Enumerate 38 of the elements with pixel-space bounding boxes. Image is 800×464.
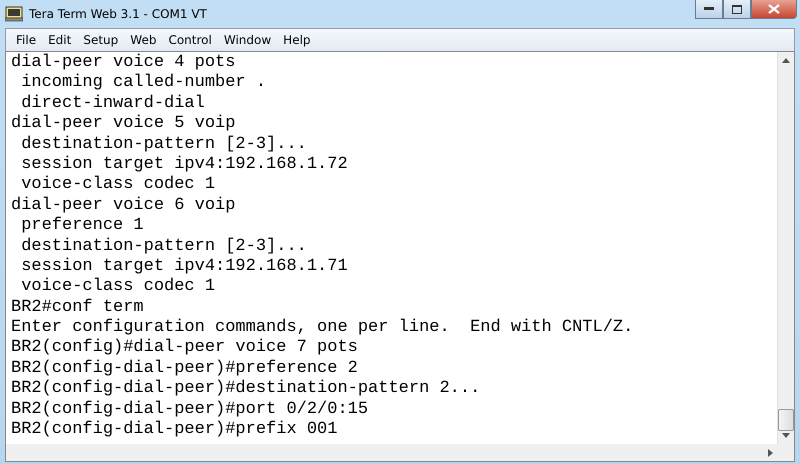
menu-item[interactable]: Web bbox=[124, 33, 162, 47]
terminal-line: Enter configuration commands, one per line. End with CNTL/Z. bbox=[11, 318, 634, 338]
terminal-line: dial-peer voice 4 pots bbox=[11, 53, 236, 74]
terminal-line: preference 1 bbox=[20, 216, 145, 237]
terminal-line: dial-peer voice 5 voip bbox=[11, 114, 236, 135]
menu-item[interactable]: Control bbox=[162, 33, 218, 47]
terminal-line: dial-peer voice 6 voip bbox=[11, 196, 236, 216]
menu-item[interactable]: File bbox=[10, 33, 42, 47]
terminal-line: destination-pattern [2-3]... bbox=[20, 236, 308, 257]
terminal-line: BR2(config-dial-peer)#port 0/2/0:15 bbox=[11, 400, 370, 420]
close-icon bbox=[768, 4, 780, 14]
terminal-line: incoming called-number . bbox=[20, 73, 268, 94]
scroll-up-icon[interactable] bbox=[782, 58, 790, 63]
terminal-line: voice-class codec 1 bbox=[20, 277, 216, 298]
menu-item[interactable]: Edit bbox=[42, 33, 78, 47]
terminal-line: session target ipv4:192.168.1.71 bbox=[20, 256, 349, 278]
close-button[interactable] bbox=[751, 0, 797, 19]
scrollbar-thumb[interactable] bbox=[778, 409, 794, 431]
scroll-down-icon[interactable] bbox=[782, 433, 790, 438]
terminal-line: voice-class codec 1 bbox=[20, 175, 216, 196]
terminal-line: BR2#conf term bbox=[11, 298, 145, 318]
terminal-line: session target ipv4:192.168.1.72 bbox=[20, 154, 349, 176]
menu-item[interactable]: Help bbox=[277, 33, 317, 47]
scroll-right-icon[interactable] bbox=[768, 448, 773, 456]
window-title: Tera Term Web 3.1 - COM1 VT bbox=[29, 7, 207, 21]
terminal-line: BR2(config-dial-peer)#destination-pattern 2... bbox=[11, 379, 482, 400]
terminal-line: BR2(config-dial-peer)#prefix 001 bbox=[11, 420, 338, 440]
minimize-button[interactable] bbox=[695, 0, 723, 19]
maximize-button[interactable] bbox=[723, 0, 751, 19]
menu-item[interactable]: Window bbox=[218, 33, 278, 47]
menu-item[interactable]: Setup bbox=[77, 33, 124, 47]
terminal-line: destination-pattern [2-3]... bbox=[20, 134, 308, 155]
terminal-line: direct-inward-dial bbox=[20, 94, 206, 114]
terminal-line: BR2(config-dial-peer)#preference 2 bbox=[11, 358, 359, 380]
terminal-line: BR2(config)#dial-peer voice 7 pots bbox=[11, 338, 359, 359]
maximize-icon bbox=[732, 4, 742, 14]
minimize-icon bbox=[704, 7, 714, 11]
app-icon bbox=[5, 6, 23, 22]
